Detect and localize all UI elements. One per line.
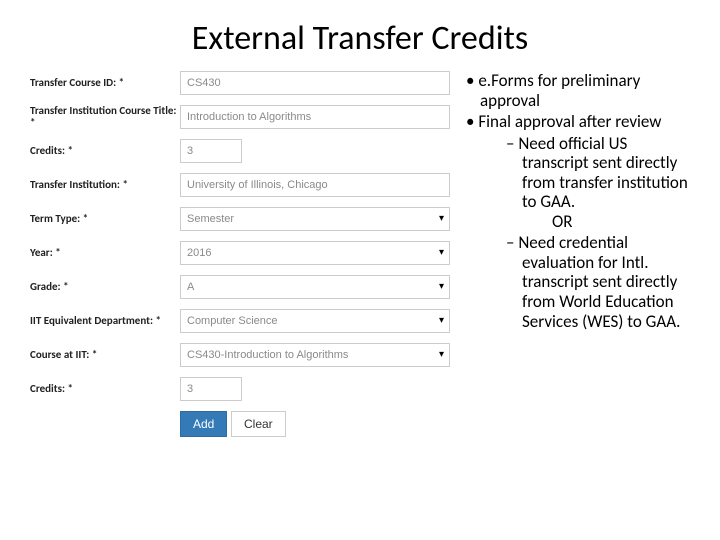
transfer-credits-label: Credits: <box>30 145 180 157</box>
grade-label: Grade: <box>30 281 180 293</box>
transfer-course-title-input[interactable] <box>180 105 450 129</box>
transfer-institution-input[interactable] <box>180 173 450 197</box>
sub-bullet-1: Need official US transcript sent directl… <box>506 134 690 232</box>
iit-department-label: IIT Equivalent Department: <box>30 315 180 327</box>
iit-course-label: Course at IIT: <box>30 349 180 361</box>
sub-bullet-2: Need credential evaluation for Intl. tra… <box>506 233 690 331</box>
transfer-credits-input[interactable] <box>180 139 242 163</box>
transfer-course-title-label: Transfer Institution Course Title: <box>30 105 180 129</box>
iit-department-select[interactable]: Computer Science <box>180 309 450 333</box>
transfer-course-id-input[interactable] <box>180 71 450 95</box>
form-screenshot: Transfer Course ID: Transfer Institution … <box>30 71 450 437</box>
year-label: Year: <box>30 247 180 259</box>
slide-title: External Transfer Credits <box>30 18 690 59</box>
grade-select[interactable]: A <box>180 275 450 299</box>
clear-button[interactable]: Clear <box>231 411 286 437</box>
transfer-course-id-label: Transfer Course ID: <box>30 77 180 89</box>
bullet-1: e.Forms for preliminary approval <box>466 71 690 110</box>
iit-credits-input[interactable] <box>180 377 242 401</box>
term-type-label: Term Type: <box>30 213 180 225</box>
iit-credits-label: Credits: <box>30 383 180 395</box>
iit-course-select[interactable]: CS430-Introduction to Algorithms <box>180 343 450 367</box>
year-select[interactable]: 2016 <box>180 241 450 265</box>
bullet-text: e.Forms for preliminary approval Final a… <box>466 71 690 437</box>
term-type-select[interactable]: Semester <box>180 207 450 231</box>
transfer-institution-label: Transfer Institution: <box>30 179 180 191</box>
bullet-2: Final approval after review Need officia… <box>466 112 690 331</box>
add-button[interactable]: Add <box>180 411 227 437</box>
